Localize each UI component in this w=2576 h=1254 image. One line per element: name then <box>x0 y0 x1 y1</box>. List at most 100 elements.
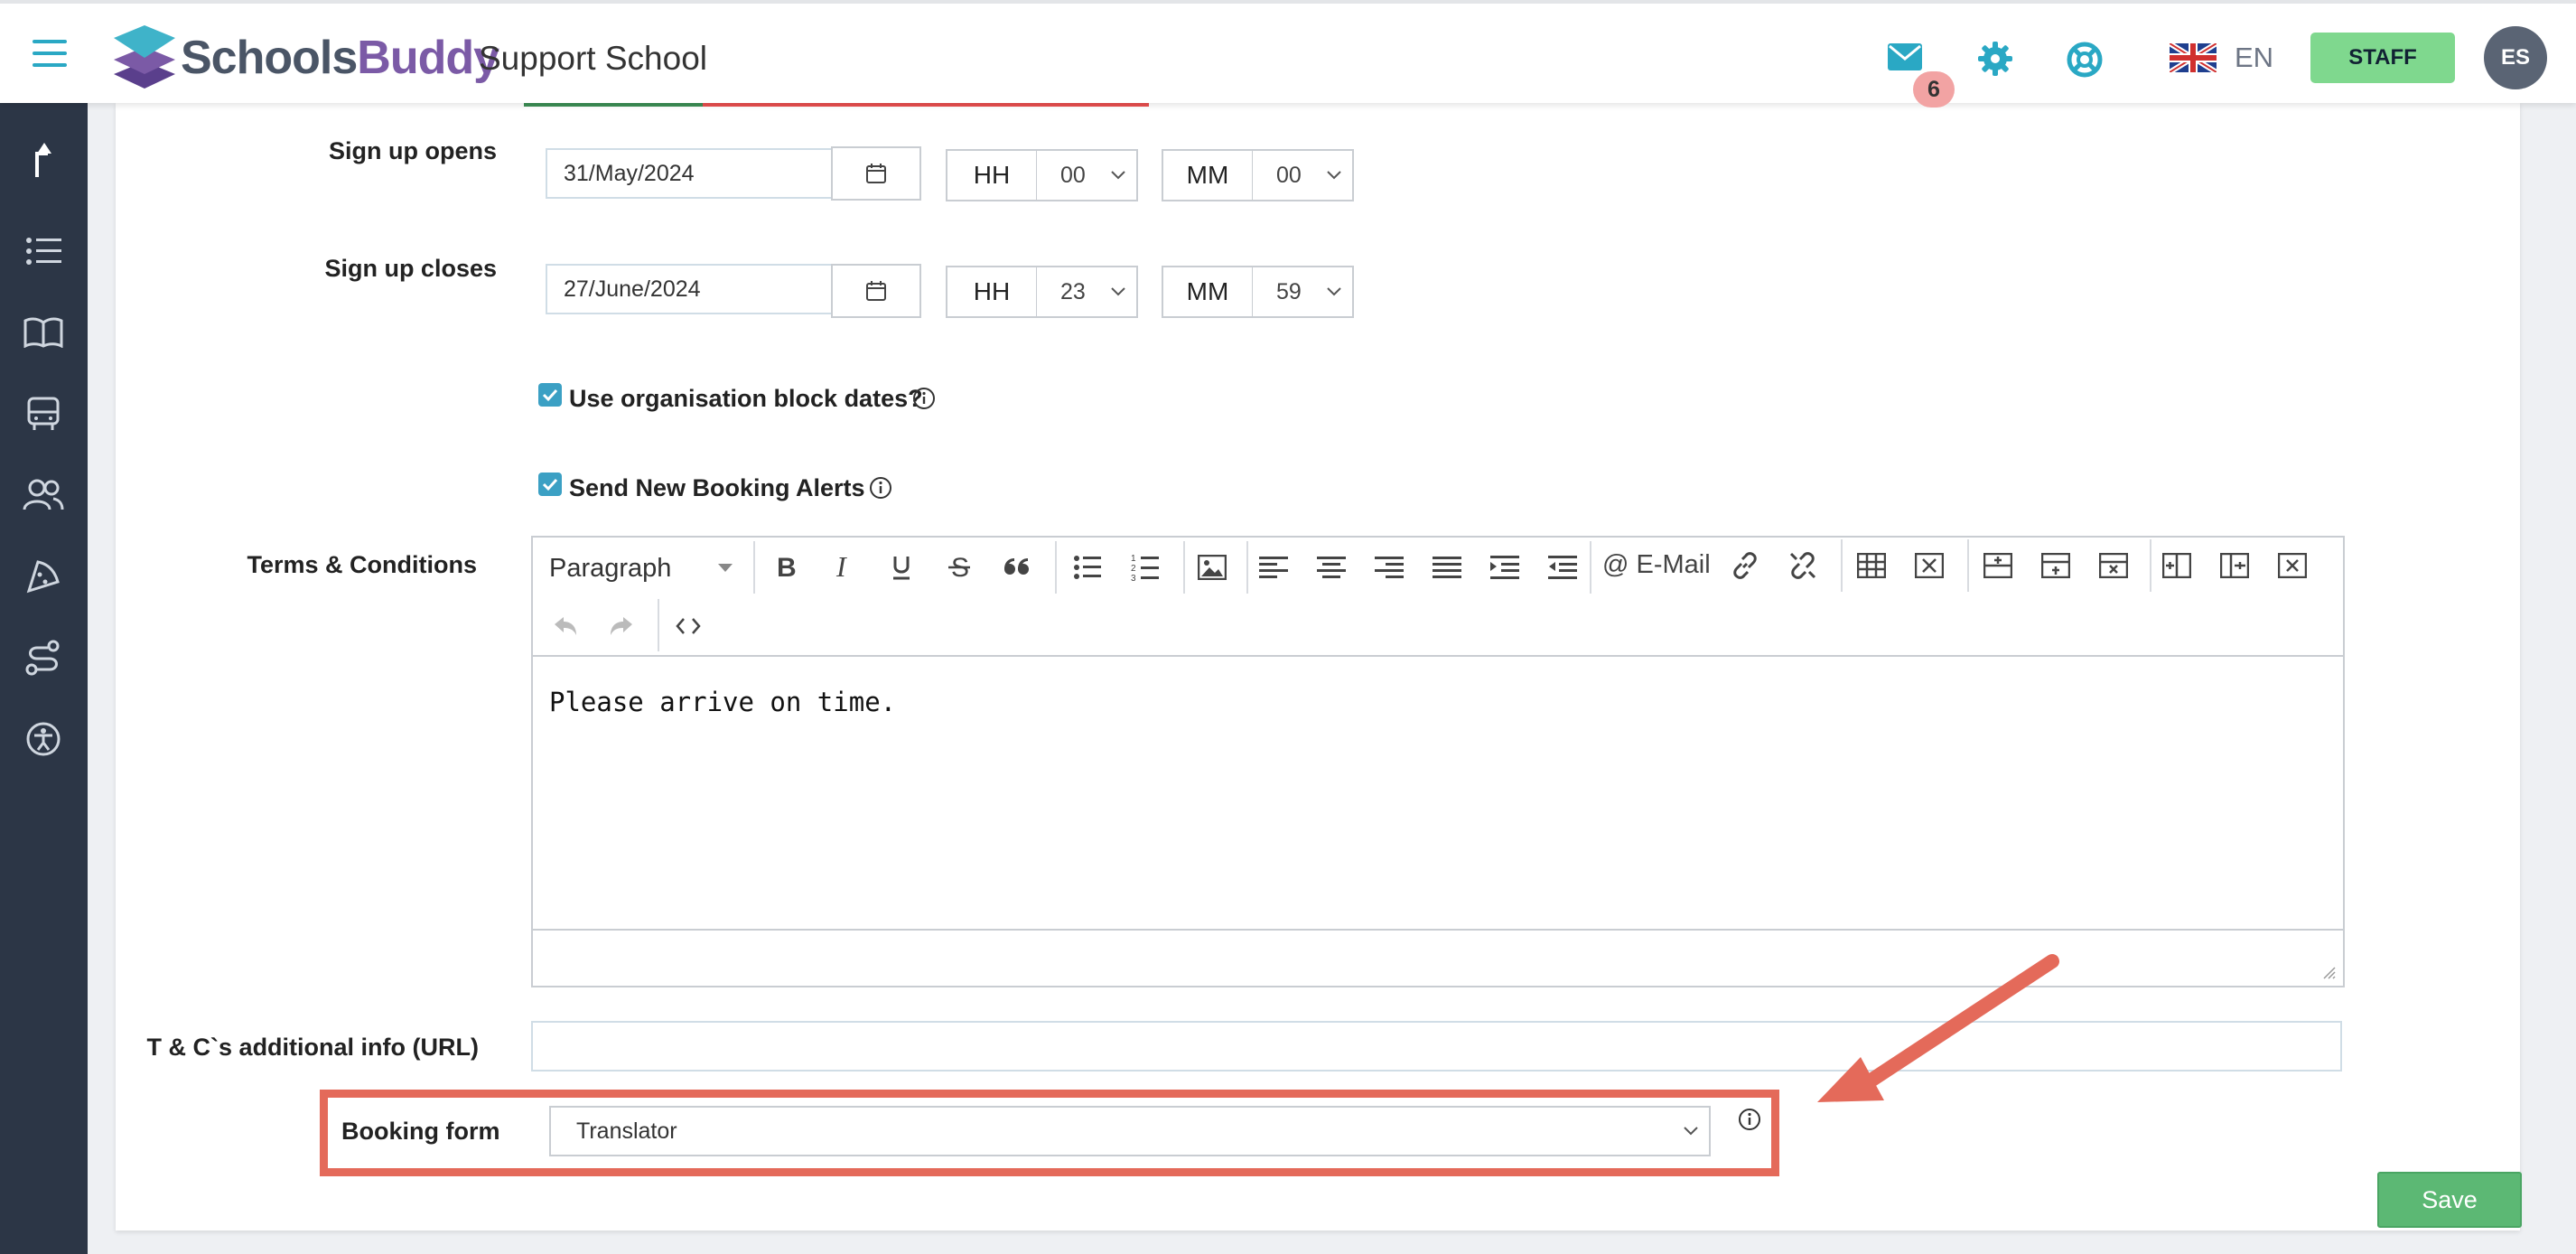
sidebar-accessibility-icon[interactable] <box>18 714 69 764</box>
email-button-label: E-Mail <box>1636 550 1711 579</box>
underline-icon <box>893 557 910 580</box>
bullet-list-icon <box>1074 556 1101 579</box>
mail-icon[interactable] <box>1888 43 1922 70</box>
undo-button[interactable] <box>546 608 585 644</box>
italic-icon: I <box>835 555 847 580</box>
delete-row-button[interactable] <box>2094 547 2133 584</box>
align-right-button[interactable] <box>1369 549 1409 585</box>
toolbar-separator <box>1055 541 1057 594</box>
signup-closes-date-input[interactable]: 27/June/2024 <box>546 264 833 314</box>
insert-table-button[interactable] <box>1852 547 1891 584</box>
table-icon <box>1857 553 1886 578</box>
toolbar-separator <box>753 541 755 594</box>
user-avatar[interactable]: ES <box>2484 26 2547 89</box>
delete-table-button[interactable] <box>1909 547 1949 584</box>
align-left-button[interactable] <box>1254 549 1293 585</box>
redo-icon <box>611 617 632 635</box>
signup-closes-calendar-button[interactable] <box>831 264 921 318</box>
bullet-list-button[interactable] <box>1068 549 1107 585</box>
svg-text:B: B <box>777 555 797 580</box>
signup-opens-calendar-button[interactable] <box>831 146 921 201</box>
blockquote-button[interactable] <box>997 549 1037 585</box>
toolbar-separator <box>1246 541 1248 594</box>
booking-form-select[interactable]: Translator <box>549 1106 1711 1156</box>
email-link-button[interactable]: @ E-Mail <box>1602 550 1711 580</box>
sidebar-list-icon[interactable] <box>18 226 69 276</box>
uk-flag-icon[interactable] <box>2170 43 2217 72</box>
save-button[interactable]: Save <box>2377 1172 2522 1228</box>
insert-image-button[interactable] <box>1192 549 1232 585</box>
signup-opens-hour-select[interactable]: 00 <box>1037 149 1138 201</box>
link-icon <box>1733 552 1757 579</box>
signup-opens-date-input[interactable]: 31/May/2024 <box>546 148 833 199</box>
signup-closes-hour-select[interactable]: 23 <box>1037 266 1138 318</box>
align-center-icon <box>1317 557 1346 578</box>
row-above-button[interactable] <box>1978 547 2018 584</box>
send-alerts-info-icon[interactable] <box>869 476 892 500</box>
col-after-button[interactable] <box>2215 547 2254 584</box>
justify-button[interactable] <box>1427 549 1467 585</box>
indent-button[interactable] <box>1485 549 1525 585</box>
svg-text:I: I <box>835 555 847 580</box>
numbered-list-button[interactable]: 123 <box>1125 549 1165 585</box>
staff-button[interactable]: STAFF <box>2310 33 2455 83</box>
resize-handle-icon[interactable] <box>2319 963 2336 979</box>
remove-link-button[interactable] <box>1783 547 1823 584</box>
tab-indicator-green <box>524 103 703 107</box>
code-icon <box>676 618 701 634</box>
align-center-button[interactable] <box>1311 549 1351 585</box>
strikethrough-button[interactable]: S <box>939 549 979 585</box>
sidebar-bus-icon[interactable] <box>18 388 69 439</box>
numbered-list-icon: 123 <box>1131 554 1159 582</box>
signup-opens-label: Sign up opens <box>329 137 497 164</box>
send-alerts-checkbox[interactable] <box>538 473 562 496</box>
signup-opens-minute-value: 00 <box>1276 163 1302 188</box>
row-below-button[interactable] <box>2036 547 2076 584</box>
use-block-dates-label: Use organisation block dates? <box>569 385 923 412</box>
source-code-button[interactable] <box>668 608 708 644</box>
terms-label: Terms & Conditions <box>247 551 477 578</box>
menu-icon[interactable] <box>33 40 67 67</box>
insert-link-button[interactable] <box>1725 547 1765 584</box>
quote-icon <box>1004 558 1029 575</box>
signup-opens-minute-select[interactable]: 00 <box>1253 149 1354 201</box>
underline-button[interactable] <box>882 549 921 585</box>
col-before-button[interactable] <box>2157 547 2197 584</box>
svg-text:1: 1 <box>1131 554 1136 564</box>
chevron-down-icon <box>1327 171 1341 180</box>
outdent-icon <box>1548 556 1577 579</box>
use-block-dates-checkbox[interactable] <box>538 383 562 407</box>
signup-closes-hh-label: HH <box>946 266 1038 318</box>
sidebar-route-icon[interactable] <box>18 632 69 683</box>
terms-editor-content[interactable]: Please arrive on time. <box>549 687 896 717</box>
paragraph-style-dropdown[interactable]: Paragraph <box>549 554 671 584</box>
settings-gear-icon[interactable] <box>1978 42 2012 76</box>
bold-button[interactable]: B <box>766 549 806 585</box>
calendar-icon <box>866 281 886 301</box>
tc-url-input[interactable] <box>531 1021 2342 1072</box>
signup-closes-hour-value: 23 <box>1060 279 1086 304</box>
send-alerts-label: Send New Booking Alerts <box>569 474 865 501</box>
chevron-down-icon <box>1111 287 1125 296</box>
booking-form-info-icon[interactable] <box>1738 1108 1761 1131</box>
italic-button[interactable]: I <box>824 549 863 585</box>
tab-indicator-red <box>703 103 1149 107</box>
chevron-down-icon <box>1327 287 1341 296</box>
language-selector[interactable]: EN <box>2235 42 2273 74</box>
signup-closes-minute-select[interactable]: 59 <box>1253 266 1354 318</box>
outdent-button[interactable] <box>1543 549 1582 585</box>
signup-opens-hour-value: 00 <box>1060 163 1086 188</box>
row-delete-icon <box>2099 553 2128 578</box>
help-lifebuoy-icon[interactable] <box>2067 42 2103 78</box>
col-insert-before-icon <box>2162 553 2191 578</box>
sidebar-pizza-icon[interactable] <box>18 551 69 602</box>
tc-url-label: T & C`s additional info (URL) <box>146 1034 479 1061</box>
sidebar-upload-arrow-icon[interactable] <box>18 136 69 186</box>
delete-col-button[interactable] <box>2273 547 2312 584</box>
signup-closes-minute-value: 59 <box>1276 279 1302 304</box>
toolbar-separator <box>1590 541 1591 594</box>
block-dates-info-icon[interactable] <box>912 387 936 410</box>
sidebar-users-icon[interactable] <box>18 470 69 520</box>
sidebar-book-icon[interactable] <box>18 307 69 358</box>
redo-button[interactable] <box>602 608 641 644</box>
